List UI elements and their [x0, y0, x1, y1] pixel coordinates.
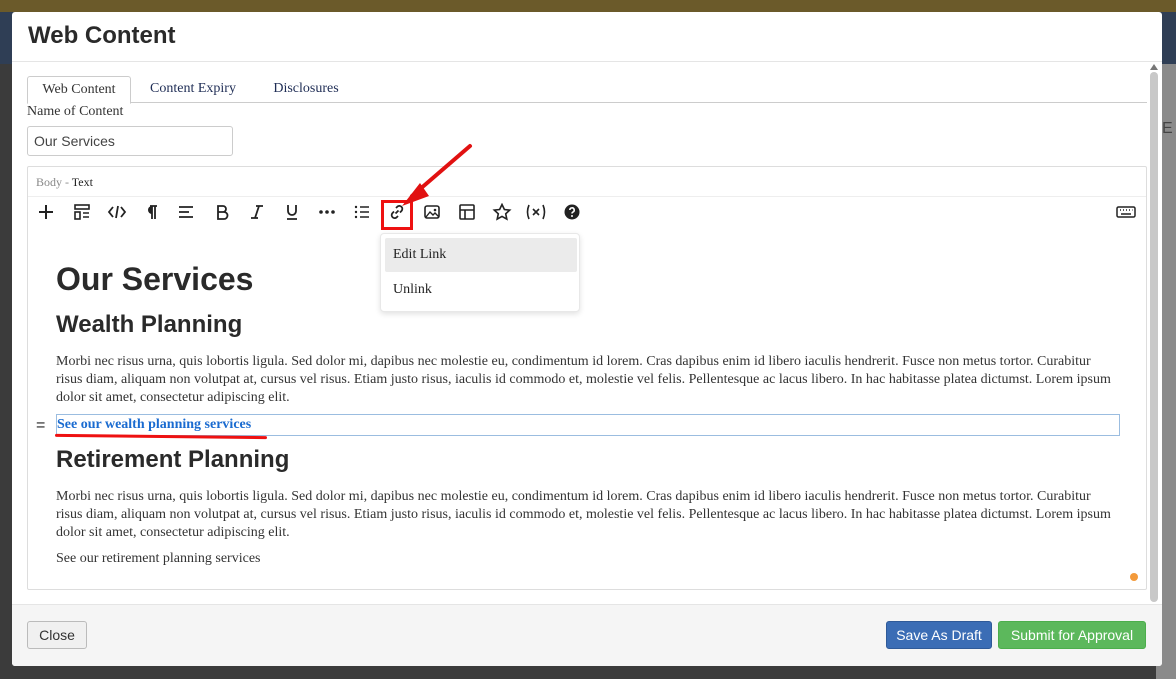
rich-text-editor: Body - Text Edit Link Unlink Our Service… — [27, 166, 1147, 590]
star-icon[interactable] — [490, 203, 514, 227]
selected-link-block[interactable]: See our wealth planning services — [56, 414, 1120, 436]
section-body-wealth[interactable]: Morbi nec risus urna, quis lobortis ligu… — [56, 353, 1116, 407]
editor-label-prefix: Body - — [36, 175, 69, 189]
layout-icon[interactable] — [70, 203, 94, 227]
editor-status-dot — [1130, 573, 1138, 581]
editor-label-type: Text — [71, 175, 93, 189]
tab-web-content[interactable]: Web Content — [27, 76, 131, 104]
link-dropdown-menu: Edit Link Unlink — [380, 233, 580, 312]
editor-field-label: Body - Text — [36, 175, 93, 190]
submit-for-approval-button[interactable]: Submit for Approval — [998, 621, 1146, 649]
name-of-content-label: Name of Content — [27, 104, 124, 119]
scroll-up-icon[interactable] — [1150, 64, 1158, 70]
edit-link-menu-item[interactable]: Edit Link — [385, 238, 577, 272]
save-as-draft-button[interactable]: Save As Draft — [886, 621, 992, 649]
underline-icon[interactable] — [280, 203, 304, 227]
link-button-highlight — [381, 200, 413, 230]
bold-icon[interactable] — [210, 203, 234, 227]
modal-scrollbar[interactable] — [1149, 64, 1159, 604]
modal-header: Web Content — [12, 12, 1162, 62]
retirement-link-text[interactable]: See our retirement planning services — [56, 551, 260, 567]
content-heading[interactable]: Our Services — [56, 261, 253, 298]
paragraph-icon[interactable] — [139, 203, 163, 227]
wealth-planning-link[interactable]: See our wealth planning services — [57, 417, 251, 433]
variable-icon[interactable] — [524, 203, 548, 227]
code-icon[interactable] — [105, 203, 129, 227]
more-icon[interactable] — [315, 203, 339, 227]
web-content-modal: Web Content Web Content Content Expiry D… — [12, 12, 1162, 666]
name-of-content-input[interactable] — [27, 126, 233, 156]
section-heading-retirement[interactable]: Retirement Planning — [56, 446, 289, 474]
section-body-retirement[interactable]: Morbi nec risus urna, quis lobortis ligu… — [56, 488, 1116, 542]
close-button[interactable]: Close — [27, 621, 87, 649]
tab-content-expiry[interactable]: Content Expiry — [143, 76, 243, 103]
tab-disclosures[interactable]: Disclosures — [261, 76, 351, 103]
italic-icon[interactable] — [245, 203, 269, 227]
editor-divider — [28, 196, 1146, 197]
table-icon[interactable] — [455, 203, 479, 227]
drag-handle-icon[interactable]: = — [36, 417, 45, 435]
plus-icon[interactable] — [34, 203, 58, 227]
modal-footer: Close Save As Draft Submit for Approval — [12, 604, 1162, 666]
image-icon[interactable] — [420, 203, 444, 227]
keyboard-icon[interactable] — [1114, 203, 1138, 227]
modal-title: Web Content — [28, 22, 176, 49]
align-icon[interactable] — [174, 203, 198, 227]
tab-bar: Web Content Content Expiry Disclosures — [27, 76, 1147, 104]
list-icon[interactable] — [350, 203, 374, 227]
unlink-menu-item[interactable]: Unlink — [385, 273, 577, 307]
backdrop-top-bar — [0, 0, 1176, 12]
scroll-thumb[interactable] — [1150, 72, 1158, 602]
section-heading-wealth[interactable]: Wealth Planning — [56, 311, 242, 339]
backdrop-edge-letter: E — [1162, 120, 1173, 137]
help-icon[interactable] — [560, 203, 584, 227]
